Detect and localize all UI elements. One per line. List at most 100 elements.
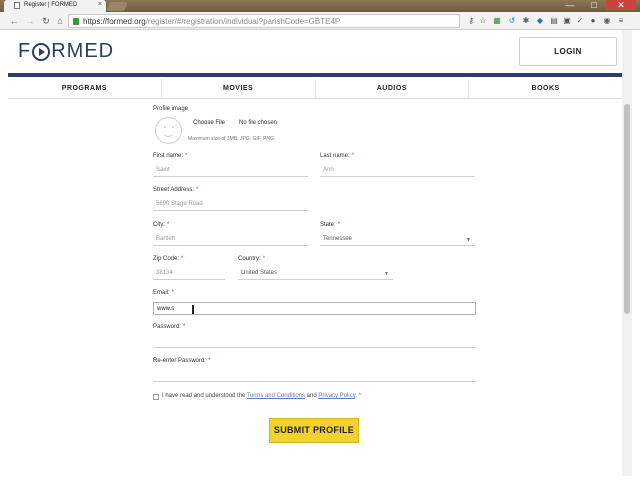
header-divider [8,73,622,77]
key-icon[interactable]: ⚷ [466,16,476,26]
browser-window: Register | FORMED × — □ ✕ ← → ↻ ⌂ https:… [0,0,640,480]
required-mark: * [196,187,199,193]
required-mark: * [208,358,211,364]
zip-code-field[interactable]: 38134 [153,267,225,280]
street-label-text: Street Address: [153,187,195,193]
maximize-button[interactable]: □ [584,0,604,10]
country-select[interactable]: United States ▼ [238,267,393,280]
login-button[interactable]: LOGIN [519,37,617,66]
scrollbar-thumb[interactable] [624,104,630,314]
file-size-hint: Maximum size of 3MB. JPG, GIF, PNG. [188,136,276,142]
password-label: Password: * [153,324,185,330]
reenter-label-text: Re-enter Password: [153,358,207,364]
lock-icon [73,18,79,25]
extension-clip-icon[interactable]: ▣ [562,16,572,26]
first-name-label: First name: * [153,153,187,159]
city-label: City: * [153,222,169,228]
text-cursor-icon [192,305,194,314]
new-tab-button[interactable] [106,2,128,11]
extension-check-icon[interactable]: ✓ [575,16,585,26]
chevron-down-icon: ▼ [384,271,389,277]
back-icon[interactable]: ← [8,15,20,27]
avatar-eye [164,126,166,128]
reload-icon[interactable]: ↻ [40,15,52,27]
required-mark: * [171,290,175,296]
page-icon [14,2,20,9]
first-name-field[interactable]: Saint [153,164,308,177]
nav-item-books[interactable]: BOOKS [469,79,622,98]
bookmark-star-icon[interactable]: ☆ [478,16,488,26]
avatar-eye [172,126,174,128]
no-file-text: No file chosen [239,120,278,126]
zip-label-text: Zip Code: [153,256,180,262]
address-bar[interactable]: https://formed.org/register/#/registrati… [68,14,460,28]
url-host: https://formed.org [83,17,146,26]
avatar-mouth [163,131,174,137]
city-label-text: City: [153,222,165,228]
tab-title: Register | FORMED [24,2,78,8]
privacy-link[interactable]: Privacy Policy [318,393,355,399]
formed-logo[interactable]: F RMED [18,40,114,63]
state-label: State: * [320,222,340,228]
logo-text-f: F [18,40,32,62]
terms-text: I have read and understood the Terms and… [162,393,361,399]
required-mark: * [183,324,186,330]
reenter-password-label: Re-enter Password: * [153,358,210,364]
last-name-label: Last name: * [320,153,354,159]
tab-close-icon[interactable]: × [98,1,102,8]
browser-tab[interactable]: Register | FORMED × [4,0,106,12]
window-close-button[interactable]: ✕ [606,0,636,10]
main-nav: PROGRAMS MOVIES AUDIOS BOOKS [8,79,622,99]
state-label-text: State: [320,222,336,228]
avatar-placeholder-icon [155,117,182,144]
country-label: Country: * [238,256,265,262]
title-bar: Register | FORMED × — □ ✕ [0,0,640,12]
city-field[interactable]: Bartlett [153,233,308,246]
street-address-field[interactable]: 5690 Stage Road [153,198,308,211]
play-icon [32,42,51,61]
nav-item-audios[interactable]: AUDIOS [316,79,470,98]
browser-toolbar: ← → ↻ ⌂ https://formed.org/register/#/re… [0,12,640,30]
terms-checkbox[interactable] [153,394,159,400]
required-mark: * [262,256,266,262]
page-content: F RMED LOGIN PROGRAMS MOVIES AUDIOS BOOKS… [0,30,630,480]
extension-sync-icon[interactable]: ↺ [507,16,517,26]
terms-link[interactable]: Terms and Conditions [247,393,305,399]
state-select[interactable]: Tennessee ▼ [320,233,475,246]
extension-eye-icon[interactable]: ◉ [602,16,612,26]
extension-shield-icon[interactable]: ◆ [535,16,545,26]
profile-image-label: Profile image [153,106,189,112]
nav-item-movies[interactable]: MOVIES [162,79,316,98]
email-label-text: Email: [153,290,170,296]
choose-file-button[interactable]: Choose File [193,120,225,126]
nav-item-programs[interactable]: PROGRAMS [8,79,162,98]
state-select-value: Tennessee [323,236,353,242]
required-mark: * [181,256,184,262]
reenter-password-field[interactable] [153,369,476,382]
required-mark: * [351,153,355,159]
chevron-down-icon: ▼ [466,237,471,243]
extension-circle-icon[interactable]: ● [588,16,598,26]
required-mark: * [167,222,170,228]
menu-icon[interactable]: ≡ [616,16,626,26]
last-name-field[interactable]: Ann [320,164,475,177]
extension-grid-icon[interactable]: ▦ [492,16,502,26]
zip-code-label: Zip Code: * [153,256,183,262]
forward-icon[interactable]: → [24,15,36,27]
home-icon[interactable]: ⌂ [54,15,66,27]
minimize-button[interactable]: — [560,0,580,10]
extension-docs-icon[interactable]: ▤ [549,16,559,26]
terms-suffix: . [355,393,357,399]
first-name-label-text: First name: [153,153,184,159]
street-address-label: Street Address: * [153,187,198,193]
email-label: Email: * [153,290,174,296]
required-mark: * [337,222,341,228]
url-path: /register/#/registration/individual?pari… [145,17,341,26]
email-field[interactable]: www.s [153,302,476,315]
password-label-text: Password: [153,324,182,330]
extension-puzzle-icon[interactable]: ✱ [521,16,531,26]
country-label-text: Country: [238,256,261,262]
password-field[interactable] [153,335,476,348]
terms-prefix: I have read and understood the [162,393,246,399]
submit-profile-button[interactable]: SUBMIT PROFILE [269,418,359,443]
